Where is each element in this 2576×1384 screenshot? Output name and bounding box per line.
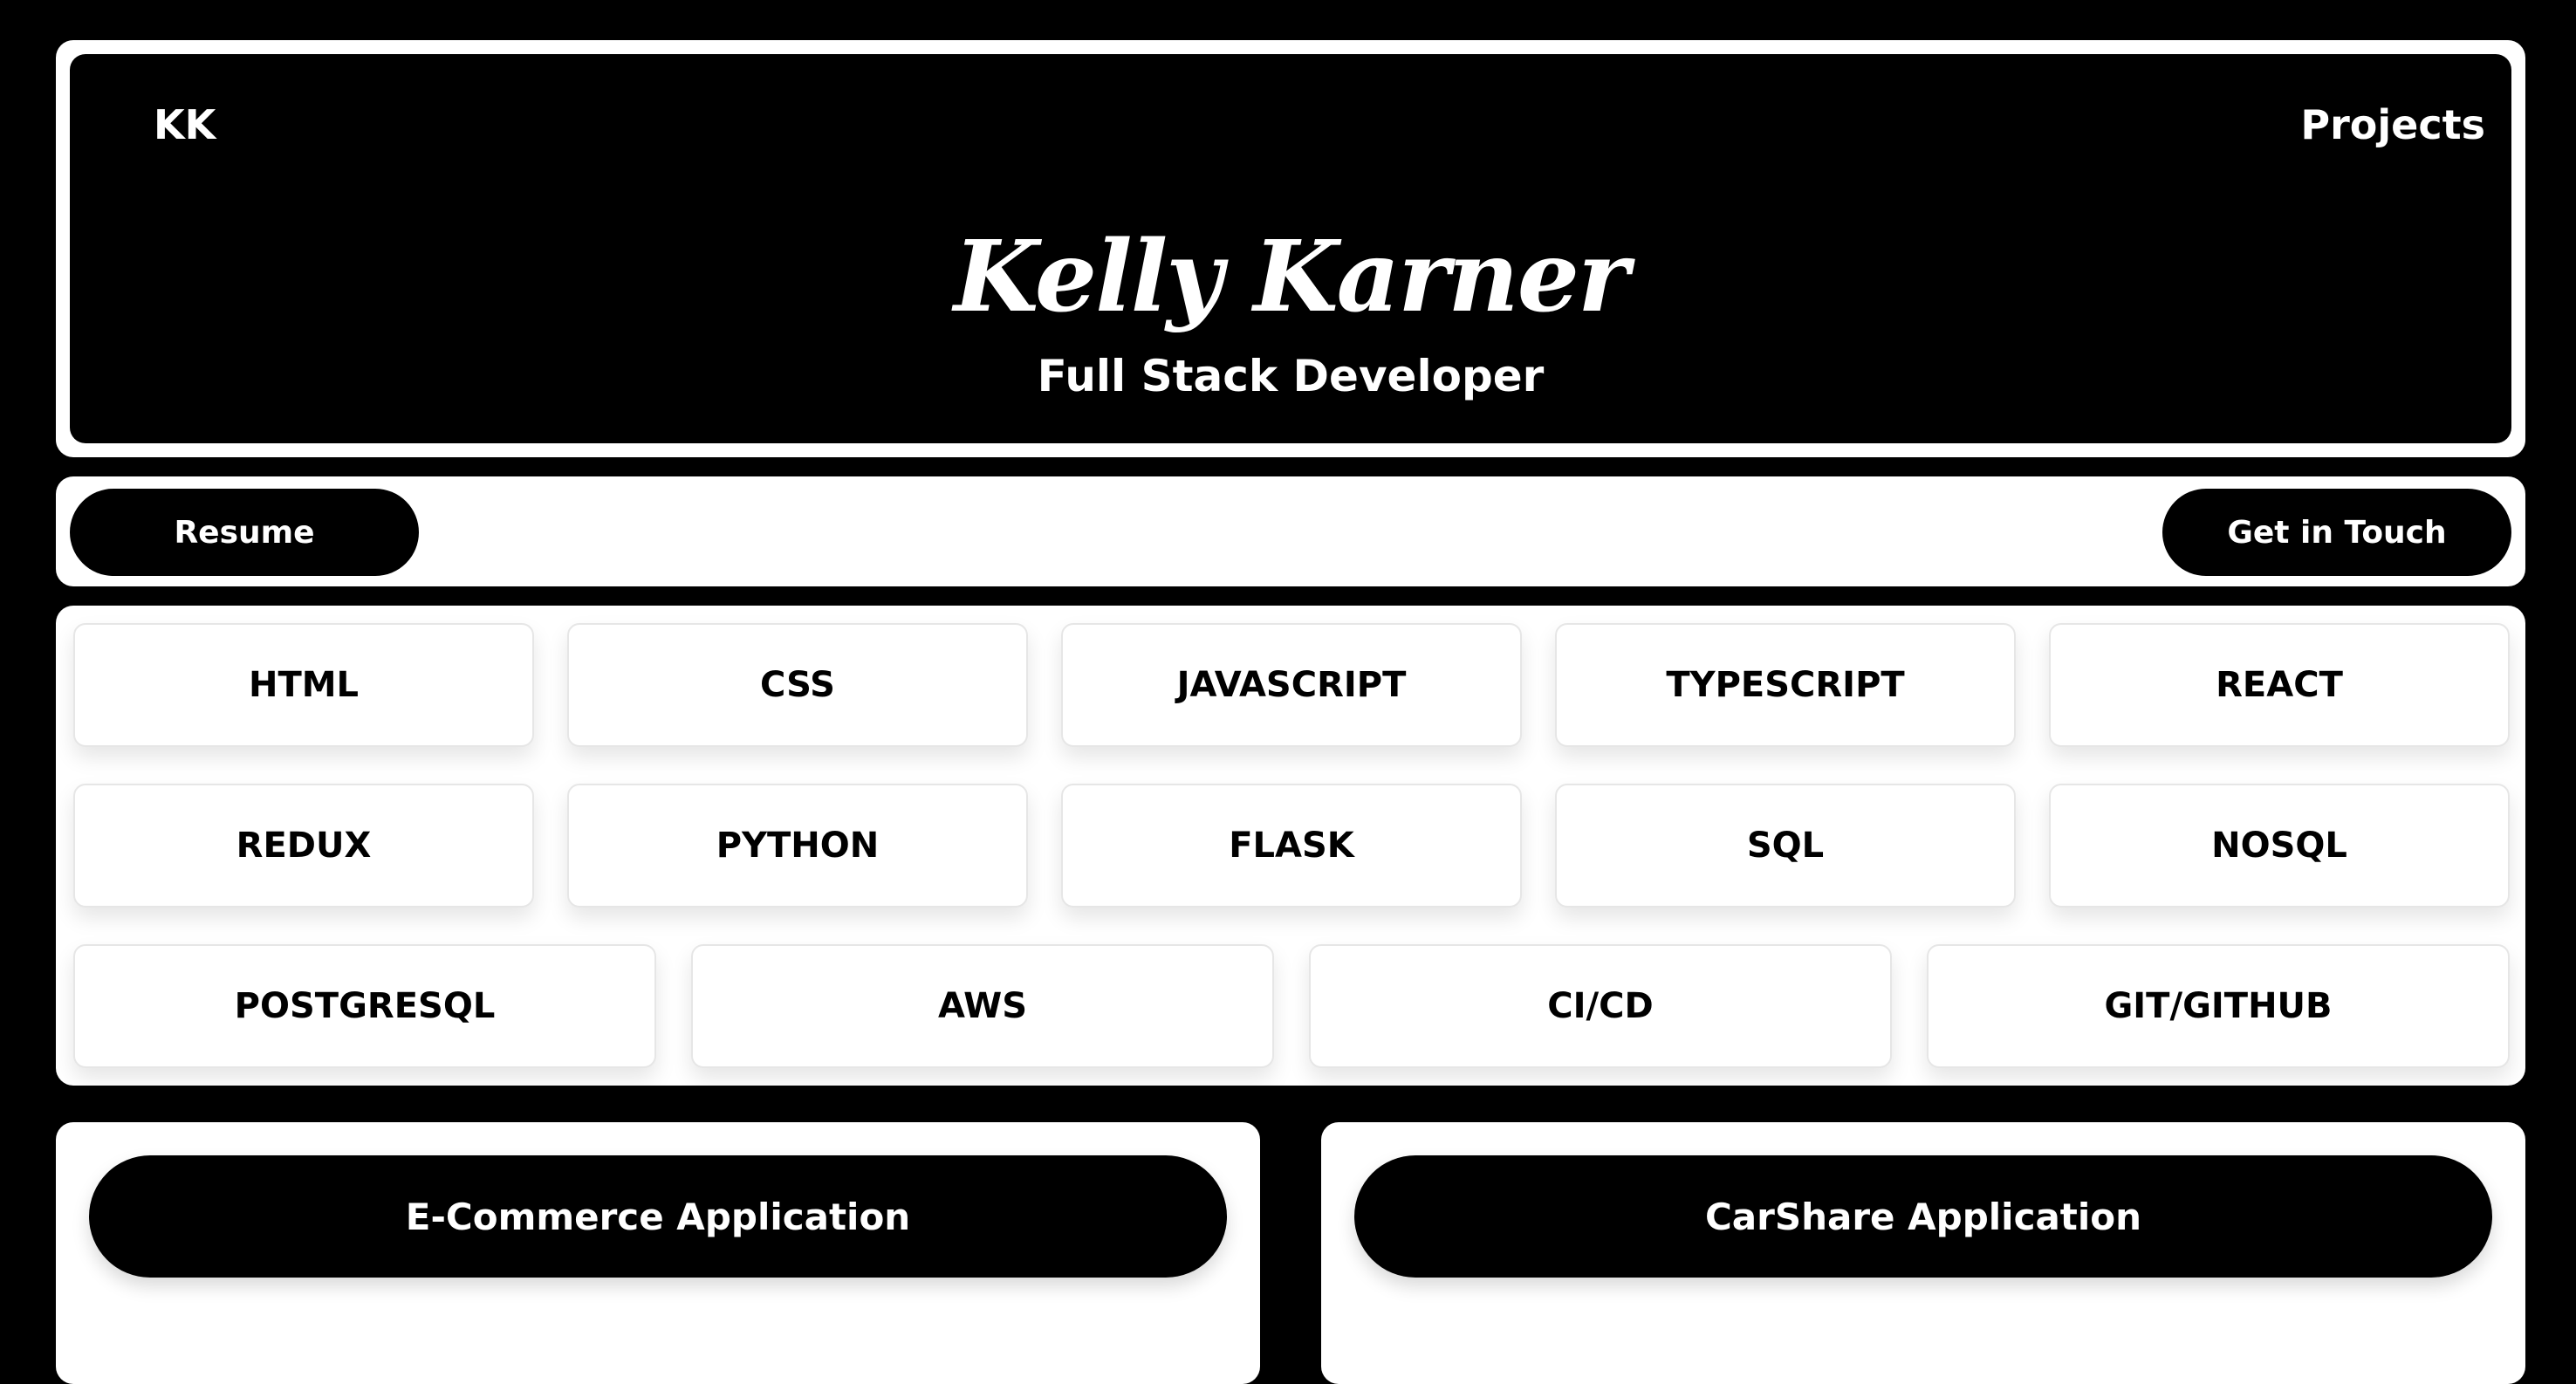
project-card-carshare: CarShare Application [1321, 1122, 2525, 1384]
skill-chip: POSTGRESQL [73, 944, 656, 1068]
projects-link[interactable]: Projects [2300, 101, 2485, 148]
skill-chip: REACT [2049, 623, 2510, 747]
skill-chip: FLASK [1061, 784, 1522, 908]
skill-chip: AWS [691, 944, 1274, 1068]
resume-button[interactable]: Resume [70, 489, 419, 576]
hero-name: Kelly Karner [954, 220, 1629, 334]
skill-chip: SQL [1555, 784, 2016, 908]
skill-chip: HTML [73, 623, 534, 747]
skill-chip: JAVASCRIPT [1061, 623, 1522, 747]
project-card-ecommerce: E-Commerce Application [56, 1122, 1260, 1384]
skill-chip: NOSQL [2049, 784, 2510, 908]
get-in-touch-button[interactable]: Get in Touch [2162, 489, 2511, 576]
skill-chip: REDUX [73, 784, 534, 908]
skill-chip: GIT/GITHUB [1927, 944, 2510, 1068]
hero-subtitle: Full Stack Developer [1037, 351, 1545, 401]
action-bar: Resume Get in Touch [56, 476, 2525, 586]
project-title-button[interactable]: CarShare Application [1354, 1155, 2492, 1278]
skill-chip: TYPESCRIPT [1555, 623, 2016, 747]
hero-frame: KK Projects Kelly Karner Full Stack Deve… [56, 40, 2525, 457]
skill-chip: CI/CD [1309, 944, 1892, 1068]
logo-link[interactable]: KK [154, 101, 216, 148]
skill-chip: PYTHON [567, 784, 1028, 908]
skills-grid: HTML CSS JAVASCRIPT TYPESCRIPT REACT RED… [56, 606, 2525, 1086]
project-title-button[interactable]: E-Commerce Application [89, 1155, 1227, 1278]
hero-banner: KK Projects Kelly Karner Full Stack Deve… [70, 54, 2511, 443]
skill-chip: CSS [567, 623, 1028, 747]
